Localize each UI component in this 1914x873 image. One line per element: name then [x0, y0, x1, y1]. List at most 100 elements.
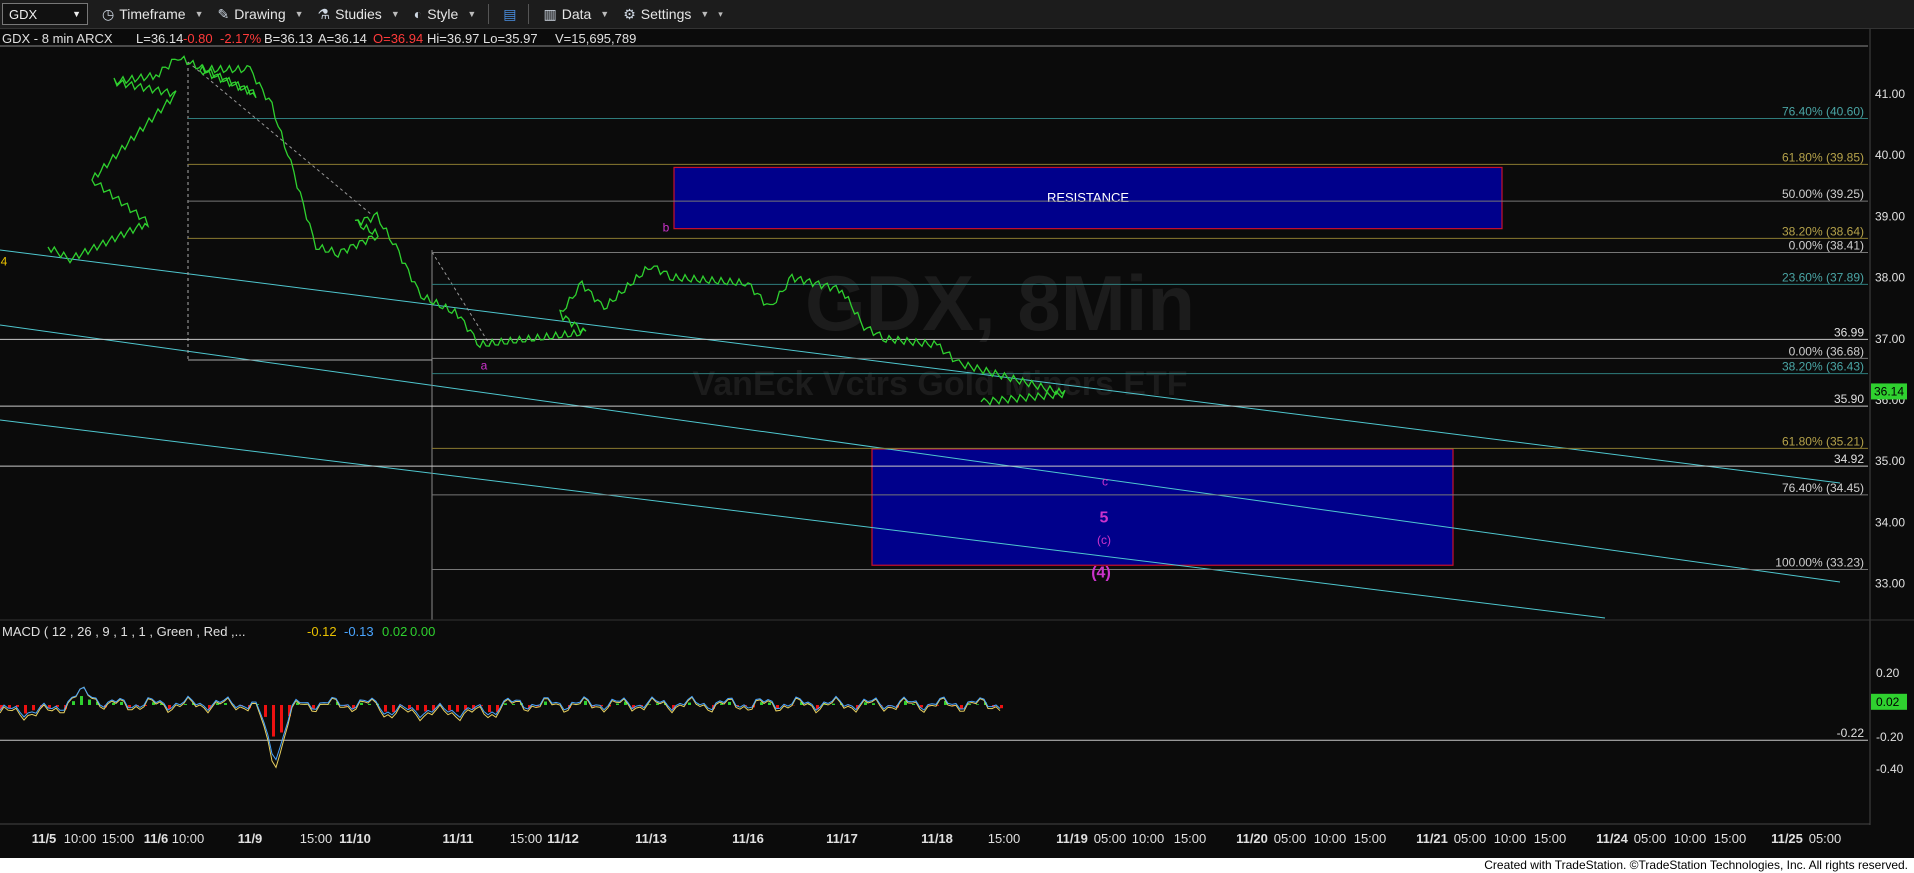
clock-icon: ◷ — [102, 5, 115, 22]
wave-label: c — [1102, 475, 1108, 489]
settings-label: Settings — [640, 6, 692, 22]
layout-button[interactable]: ▤ — [503, 6, 516, 23]
macd-histogram-bar — [584, 700, 587, 705]
time-axis-tick: 11/5 — [32, 831, 57, 846]
macd-histogram-bar — [272, 705, 275, 737]
bar-chart-icon: ▥ — [543, 5, 557, 22]
fib-level-label: 61.80% (35.21) — [1782, 434, 1864, 448]
time-axis-tick: 05:00 — [1274, 831, 1307, 846]
style-menu[interactable]: ◐ Style ▼ — [414, 6, 477, 22]
caret-down-icon: ▼ — [700, 9, 710, 19]
timeframe-label: Timeframe — [119, 6, 186, 22]
macd-histogram-bar — [544, 701, 547, 705]
macd-histogram-bar — [280, 705, 283, 733]
macd-histogram-bar — [976, 704, 979, 705]
chevron-down-icon[interactable]: ▼ — [72, 9, 81, 19]
macd-histogram-bar — [728, 701, 731, 705]
time-axis-tick: 11/20 — [1236, 831, 1268, 846]
last-price-badge-text: 36.14 — [1874, 384, 1904, 398]
time-axis-tick: 15:00 — [988, 831, 1021, 846]
symbol-text: GDX — [9, 6, 38, 22]
more-caret-icon: ▾ — [718, 8, 723, 19]
time-axis-tick: 10:00 — [1314, 831, 1347, 846]
time-axis-tick: 11/21 — [1416, 831, 1448, 846]
macd-badge-text: 0.02 — [1876, 695, 1900, 709]
studies-label: Studies — [335, 6, 382, 22]
macd-histogram-bar — [264, 705, 267, 717]
fib-level-label: 61.80% (39.85) — [1782, 150, 1864, 164]
time-axis-tick: 15:00 — [1714, 831, 1747, 846]
macd-histogram-bar — [360, 702, 363, 705]
time-axis-tick: 11/18 — [921, 831, 953, 846]
fib-level-label: 100.00% (33.23) — [1775, 556, 1864, 570]
fib-level-label: 0.00% (38.41) — [1789, 239, 1864, 253]
price-axis-tick: 40.00 — [1875, 148, 1905, 162]
toolbar-divider — [528, 4, 530, 24]
macd-histogram-bar — [32, 705, 35, 711]
ask: A=36.14 — [318, 31, 367, 46]
time-axis-tick: 11/25 — [1771, 831, 1803, 846]
macd-histogram-bar — [616, 703, 619, 705]
flask-icon: ⚗ — [317, 5, 331, 22]
macd-histogram-bar — [864, 702, 867, 705]
macd-histogram-bar — [8, 705, 11, 708]
horizontal-level-label: 35.90 — [1834, 392, 1864, 406]
macd-histogram-bar — [368, 703, 371, 705]
macd-histogram-bar — [224, 703, 227, 705]
macd-value: -0.12 — [307, 624, 337, 639]
drawing-menu[interactable]: ✎ Drawing ▼ — [218, 6, 304, 23]
fib-level-label: 76.40% (40.60) — [1782, 104, 1864, 118]
time-axis-tick: 15:00 — [300, 831, 333, 846]
time-axis-tick: 10:00 — [1494, 831, 1527, 846]
time-axis-tick: 11/24 — [1596, 831, 1629, 846]
time-axis-tick: 11/13 — [635, 831, 667, 846]
zone-label: RESISTANCE — [1047, 190, 1129, 205]
macd-histogram-bar — [1000, 705, 1003, 709]
timeframe-menu[interactable]: ◷ Timeframe ▼ — [102, 6, 204, 23]
wave-label: (4) — [1091, 564, 1111, 581]
symbol-input[interactable]: GDX ▼ — [2, 3, 88, 25]
time-axis-tick: 11/11 — [442, 831, 473, 846]
macd-level-label: -0.22 — [1837, 726, 1865, 740]
macd-histogram-bar — [872, 703, 875, 705]
price-axis-tick: 35.00 — [1875, 454, 1905, 468]
caret-down-icon: ▼ — [194, 9, 204, 19]
macd-histogram-bar — [504, 703, 507, 705]
chart-area[interactable]: GDX - 8 min ARCX L=36.14 -0.80 -2.17% B=… — [0, 29, 1914, 858]
horizontal-level-label: 34.92 — [1834, 452, 1864, 466]
macd-histogram-bar — [392, 705, 395, 713]
time-axis-tick: 11/10 — [339, 831, 371, 846]
macd-histogram-bar — [512, 704, 515, 705]
price-axis-tick: 38.00 — [1875, 271, 1905, 285]
time-axis-tick: 05:00 — [1094, 831, 1127, 846]
caret-down-icon: ▼ — [294, 9, 304, 19]
caret-down-icon: ▼ — [467, 9, 477, 19]
macd-panel: MACD ( 12 , 26 , 9 , 1 , 1 , Green , Red… — [2, 624, 435, 639]
caret-down-icon: ▼ — [600, 9, 610, 19]
settings-menu[interactable]: ⚙ Settings ▼ ▾ — [623, 6, 723, 23]
time-axis-tick: 15:00 — [1534, 831, 1567, 846]
studies-menu[interactable]: ⚗ Studies ▼ — [318, 6, 400, 23]
symbol-info: GDX - 8 min ARCX — [2, 31, 113, 46]
macd-histogram-bar — [456, 705, 459, 712]
macd-histogram-bar — [24, 705, 27, 714]
time-axis-tick: 15:00 — [1174, 831, 1207, 846]
watermark-title: GDX, 8Min — [805, 259, 1195, 347]
time-axis-tick: 11/16 — [732, 831, 764, 846]
time-axis-tick: 11/6 — [144, 831, 169, 846]
time-axis-tick: 10:00 — [1132, 831, 1165, 846]
wave-label: 4 — [1, 254, 8, 268]
macd-histogram-bar — [648, 704, 651, 705]
macd-histogram-bar — [120, 701, 123, 705]
macd-histogram-bar — [968, 704, 971, 705]
macd-histogram-bar — [312, 705, 315, 709]
pct-change: -2.17% — [220, 31, 262, 46]
data-label: Data — [561, 6, 592, 22]
time-axis-tick: 05:00 — [1634, 831, 1667, 846]
fib-level-label: 76.40% (34.45) — [1782, 481, 1864, 495]
time-axis-tick: 11/17 — [826, 831, 858, 846]
layout-icon: ▤ — [503, 5, 517, 22]
copyright-footer: Created with TradeStation. ©TradeStation… — [0, 858, 1914, 873]
macd-histogram-bar — [488, 705, 491, 713]
data-menu[interactable]: ▥ Data ▼ — [543, 6, 609, 23]
